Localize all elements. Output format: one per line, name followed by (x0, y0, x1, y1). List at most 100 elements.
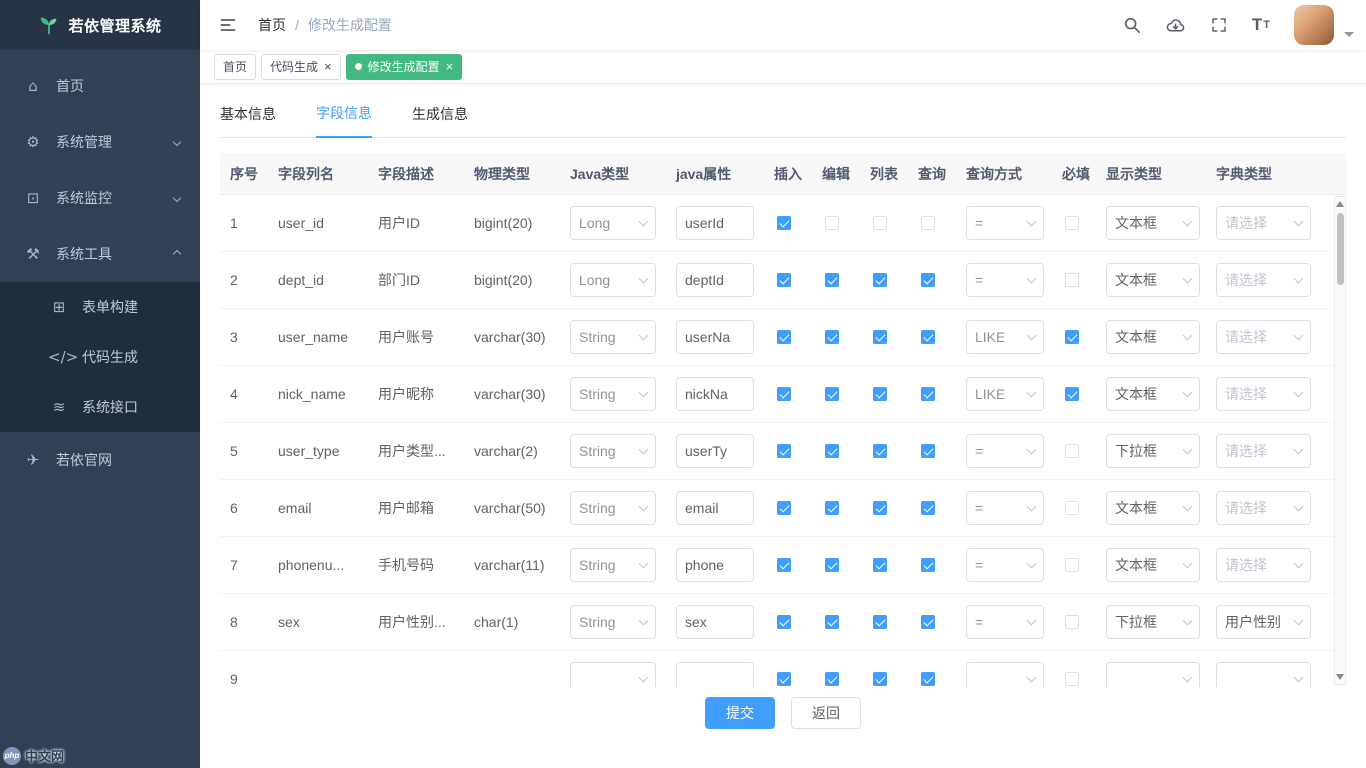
search-icon[interactable] (1123, 16, 1141, 34)
fullscreen-icon[interactable] (1210, 16, 1228, 34)
insert-checkbox[interactable] (777, 615, 791, 629)
dict-type-select[interactable] (1216, 662, 1311, 687)
list-checkbox[interactable] (873, 273, 887, 287)
query-checkbox[interactable] (921, 444, 935, 458)
java-field-input[interactable]: userNa (676, 320, 754, 354)
query-type-select[interactable]: = (966, 491, 1044, 525)
display-type-select[interactable]: 文本框 (1106, 491, 1200, 525)
tab-item[interactable]: 生成信息 (412, 104, 468, 137)
insert-checkbox[interactable] (777, 387, 791, 401)
dict-type-select[interactable]: 请选择 (1216, 206, 1311, 240)
java-field-input[interactable]: userTy (676, 434, 754, 468)
required-checkbox[interactable] (1065, 330, 1079, 344)
sidebar-item-home[interactable]: ⌂首页 (0, 58, 200, 114)
query-checkbox[interactable] (921, 387, 935, 401)
required-checkbox[interactable] (1065, 501, 1079, 515)
query-checkbox[interactable] (921, 273, 935, 287)
edit-checkbox[interactable] (825, 216, 839, 230)
dict-type-select[interactable]: 请选择 (1216, 263, 1311, 297)
java-field-input[interactable]: deptId (676, 263, 754, 297)
java-field-input[interactable]: phone (676, 548, 754, 582)
tag-item[interactable]: 修改生成配置× (346, 54, 463, 80)
dict-type-select[interactable]: 用户性别 (1216, 605, 1311, 639)
tab-item[interactable]: 基本信息 (220, 104, 276, 137)
query-checkbox[interactable] (921, 501, 935, 515)
required-checkbox[interactable] (1065, 615, 1079, 629)
insert-checkbox[interactable] (777, 501, 791, 515)
query-checkbox[interactable] (921, 558, 935, 572)
dict-type-select[interactable]: 请选择 (1216, 320, 1311, 354)
display-type-select[interactable] (1106, 662, 1200, 687)
edit-checkbox[interactable] (825, 444, 839, 458)
query-type-select[interactable]: LIKE (966, 320, 1044, 354)
display-type-select[interactable]: 下拉框 (1106, 434, 1200, 468)
java-field-input[interactable]: userId (676, 206, 754, 240)
dict-type-select[interactable]: 请选择 (1216, 434, 1311, 468)
scroll-down-arrow-icon[interactable] (1336, 674, 1344, 680)
java-field-input[interactable] (676, 662, 754, 687)
scroll-up-arrow-icon[interactable] (1336, 201, 1344, 207)
dict-type-select[interactable]: 请选择 (1216, 377, 1311, 411)
tab-item[interactable]: 字段信息 (316, 103, 372, 138)
insert-checkbox[interactable] (777, 216, 791, 230)
edit-checkbox[interactable] (825, 387, 839, 401)
avatar-caret-down-icon[interactable] (1344, 32, 1354, 37)
display-type-select[interactable]: 文本框 (1106, 377, 1200, 411)
list-checkbox[interactable] (873, 387, 887, 401)
java-type-select[interactable]: String (570, 320, 656, 354)
table-scrollbar[interactable] (1334, 196, 1346, 685)
insert-checkbox[interactable] (777, 558, 791, 572)
tag-item[interactable]: 首页 (214, 54, 256, 80)
list-checkbox[interactable] (873, 558, 887, 572)
app-logo[interactable]: 若依管理系统 (0, 0, 200, 50)
list-checkbox[interactable] (873, 501, 887, 515)
java-type-select[interactable]: Long (570, 263, 656, 297)
sidebar-item-system-monitor[interactable]: ⊡系统监控 (0, 170, 200, 226)
font-size-icon[interactable]: TT (1252, 15, 1270, 35)
display-type-select[interactable]: 文本框 (1106, 320, 1200, 354)
insert-checkbox[interactable] (777, 444, 791, 458)
list-checkbox[interactable] (873, 330, 887, 344)
java-type-select[interactable] (570, 662, 656, 687)
edit-checkbox[interactable] (825, 615, 839, 629)
query-checkbox[interactable] (921, 672, 935, 686)
sidebar-item-system-tools[interactable]: ⚒系统工具 (0, 226, 200, 282)
tag-item[interactable]: 代码生成× (261, 54, 341, 80)
display-type-select[interactable]: 下拉框 (1106, 605, 1200, 639)
display-type-select[interactable]: 文本框 (1106, 206, 1200, 240)
list-checkbox[interactable] (873, 216, 887, 230)
query-checkbox[interactable] (921, 216, 935, 230)
insert-checkbox[interactable] (777, 330, 791, 344)
required-checkbox[interactable] (1065, 672, 1079, 686)
edit-checkbox[interactable] (825, 672, 839, 686)
list-checkbox[interactable] (873, 615, 887, 629)
query-type-select[interactable]: LIKE (966, 377, 1044, 411)
required-checkbox[interactable] (1065, 216, 1079, 230)
breadcrumb-item[interactable]: 首页 (258, 15, 286, 35)
close-icon[interactable]: × (324, 60, 332, 73)
query-type-select[interactable]: = (966, 605, 1044, 639)
query-type-select[interactable]: = (966, 434, 1044, 468)
java-field-input[interactable]: sex (676, 605, 754, 639)
java-type-select[interactable]: String (570, 377, 656, 411)
java-field-input[interactable]: email (676, 491, 754, 525)
required-checkbox[interactable] (1065, 444, 1079, 458)
display-type-select[interactable]: 文本框 (1106, 548, 1200, 582)
query-type-select[interactable]: = (966, 548, 1044, 582)
dict-type-select[interactable]: 请选择 (1216, 491, 1311, 525)
submit-button[interactable]: 提交 (705, 697, 775, 729)
close-icon[interactable]: × (446, 60, 454, 73)
cloud-download-icon[interactable] (1165, 15, 1186, 36)
required-checkbox[interactable] (1065, 558, 1079, 572)
list-checkbox[interactable] (873, 444, 887, 458)
insert-checkbox[interactable] (777, 672, 791, 686)
query-type-select[interactable] (966, 662, 1044, 687)
list-checkbox[interactable] (873, 672, 887, 686)
scrollbar-thumb[interactable] (1337, 213, 1344, 285)
edit-checkbox[interactable] (825, 330, 839, 344)
required-checkbox[interactable] (1065, 273, 1079, 287)
sidebar-item-official-site[interactable]: ✈若依官网 (0, 432, 200, 488)
edit-checkbox[interactable] (825, 273, 839, 287)
edit-checkbox[interactable] (825, 501, 839, 515)
query-type-select[interactable]: = (966, 206, 1044, 240)
